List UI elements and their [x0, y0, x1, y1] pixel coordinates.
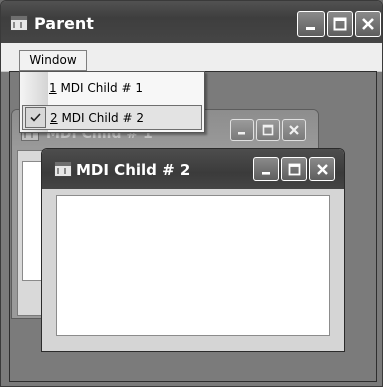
mdi-child-1-minimize-button[interactable] [230, 119, 254, 141]
form-icon[interactable] [10, 15, 28, 31]
parent-title: Parent [34, 14, 94, 33]
mdi-child-2-maximize-button[interactable] [281, 157, 307, 181]
menu-window[interactable]: Window [19, 50, 87, 71]
check-icon [25, 107, 46, 128]
mdi-child-1-maximize-button[interactable] [256, 119, 280, 141]
maximize-icon [333, 17, 347, 31]
window-menu-dropdown: 1 MDI Child # 1 2 MDI Child # 2 [19, 71, 205, 133]
parent-window: Parent MDI Child # 1 MDI Child # 2 Windo… [0, 0, 383, 387]
menu-item-mdi-child-2[interactable]: 2 MDI Child # 2 [22, 105, 202, 130]
mdi-child-2-window[interactable]: MDI Child # 2 [41, 148, 345, 352]
mdi-child-2-close-button[interactable] [309, 157, 335, 181]
mdi-child-2-client[interactable] [56, 195, 330, 336]
minimize-icon [261, 171, 270, 175]
mdi-child-2-window-controls [251, 157, 335, 181]
maximize-icon [262, 124, 274, 136]
parent-close-button[interactable] [355, 11, 381, 37]
menu-item-label: 2 MDI Child # 2 [50, 111, 144, 125]
parent-minimize-button[interactable] [297, 11, 325, 37]
minimize-icon [306, 27, 315, 30]
mdi-child-1-window-controls [228, 119, 306, 141]
parent-titlebar[interactable]: Parent [1, 1, 382, 43]
minimize-icon [238, 132, 245, 135]
form-icon[interactable] [54, 161, 72, 177]
mdi-child-2-minimize-button[interactable] [253, 157, 279, 181]
menu-item-label: 1 MDI Child # 1 [49, 81, 143, 95]
mdi-child-2-title: MDI Child # 2 [76, 161, 191, 179]
close-icon [316, 163, 328, 175]
close-icon [362, 18, 374, 30]
parent-window-controls [295, 11, 381, 37]
parent-maximize-button[interactable] [327, 11, 353, 37]
maximize-icon [288, 163, 300, 175]
menu-item-mdi-child-1[interactable]: 1 MDI Child # 1 [20, 76, 204, 101]
mdi-child-1-close-button[interactable] [282, 119, 306, 141]
mdi-child-2-titlebar[interactable]: MDI Child # 2 [42, 149, 344, 189]
close-icon [289, 125, 299, 135]
